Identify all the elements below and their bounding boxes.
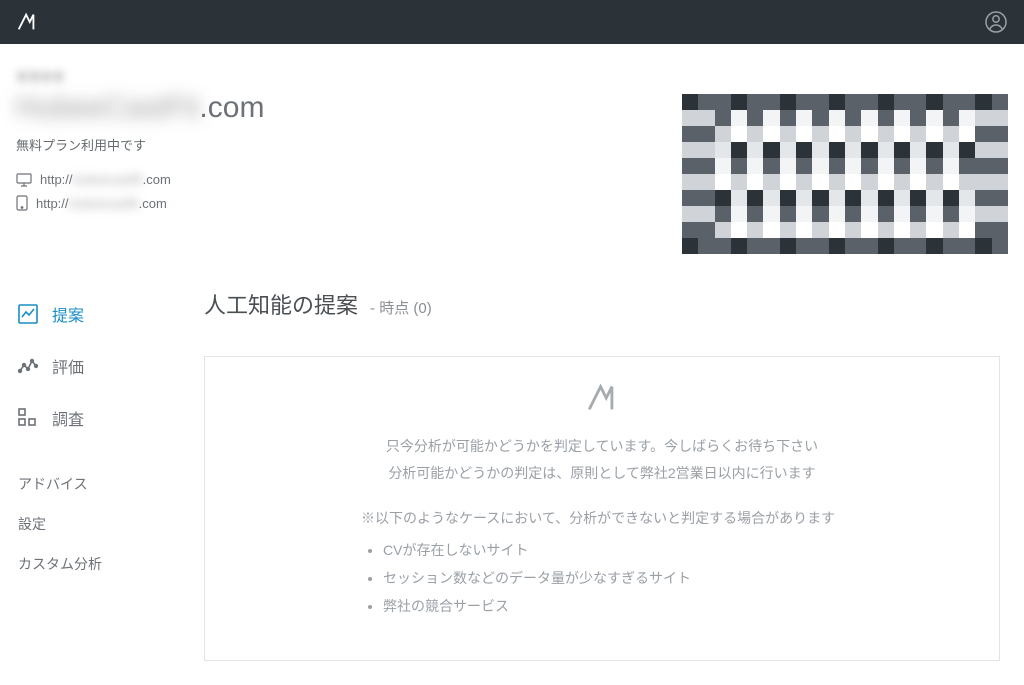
sidebar-secondary: アドバイス 設定 カスタム分析 [10,464,190,584]
desktop-icon [16,173,32,187]
domain-suffix: .com [199,91,264,124]
chart-line-icon [18,304,38,324]
account-label: 管理者様 [16,68,682,85]
box-logo-icon [229,381,975,415]
sidebar: 提案 評価 [0,288,190,685]
sidebar-item-custom-analysis[interactable]: カスタム分析 [10,544,190,584]
domain-blur-part: HubeeCastFit [16,91,199,124]
sidebar-item-research[interactable]: 調査 [10,392,190,444]
sidebar-item-proposal[interactable]: 提案 [10,288,190,340]
user-avatar-icon[interactable] [984,10,1008,34]
note-list: CVが存在しないサイト セッション数などのデータ量が少なすぎるサイト 弊社の競合… [361,536,975,620]
analysis-line-1: 只今分析が可能かどうかを判定しています。今しばらくお待ち下さい [229,433,975,460]
domain-title: HubeeCastFit.com [16,91,682,125]
note-item: セッション数などのデータ量が少なすぎるサイト [383,564,975,592]
page-title-row: 人工知能の提案 - 時点 (0) [204,288,1000,320]
sidebar-item-label: 評価 [52,354,84,378]
page-subtitle: - 時点 (0) [370,297,432,318]
desktop-url: http://hubeecastfit.com [40,172,171,187]
desktop-url-line[interactable]: http://hubeecastfit.com [16,172,682,187]
analysis-note: ※以下のようなケースにおいて、分析ができないと判定する場合があります CVが存在… [229,508,975,620]
page-title: 人工知能の提案 [204,288,358,320]
analysis-status-box: 只今分析が可能かどうかを判定しています。今しばらくお待ち下さい 分析可能かどうか… [204,356,1000,661]
site-info: 管理者様 HubeeCastFit.com 無料プラン利用中です http://… [16,68,682,219]
grid-icon [18,408,38,428]
note-item: 弊社の競合サービス [383,592,975,620]
note-item: CVが存在しないサイト [383,536,975,564]
mobile-icon [16,195,28,211]
note-heading: ※以下のようなケースにおいて、分析ができないと判定する場合があります [361,508,975,528]
top-bar [0,0,1024,44]
main-layout: 提案 評価 [0,254,1024,685]
analysis-line-2: 分析可能かどうかの判定は、原則として弊社2営業日以内に行います [229,460,975,487]
trend-icon [18,356,38,376]
app-logo-icon[interactable] [16,11,38,33]
mobile-url-line[interactable]: http://hubeecastfit.com [16,195,682,211]
sidebar-item-label: 提案 [52,302,84,326]
sidebar-item-label: 調査 [52,406,84,430]
site-preview-thumbnail [682,94,1008,254]
plan-status: 無料プラン利用中です [16,135,682,154]
sidebar-item-advice[interactable]: アドバイス [10,464,190,504]
content: 人工知能の提案 - 時点 (0) 只今分析が可能かどうかを判定しています。今しば… [190,288,1024,685]
site-header: 管理者様 HubeeCastFit.com 無料プラン利用中です http://… [0,44,1024,254]
sidebar-item-settings[interactable]: 設定 [10,504,190,544]
mobile-url: http://hubeecastfit.com [36,196,167,211]
analysis-status-text: 只今分析が可能かどうかを判定しています。今しばらくお待ち下さい 分析可能かどうか… [229,433,975,486]
sidebar-item-evaluation[interactable]: 評価 [10,340,190,392]
